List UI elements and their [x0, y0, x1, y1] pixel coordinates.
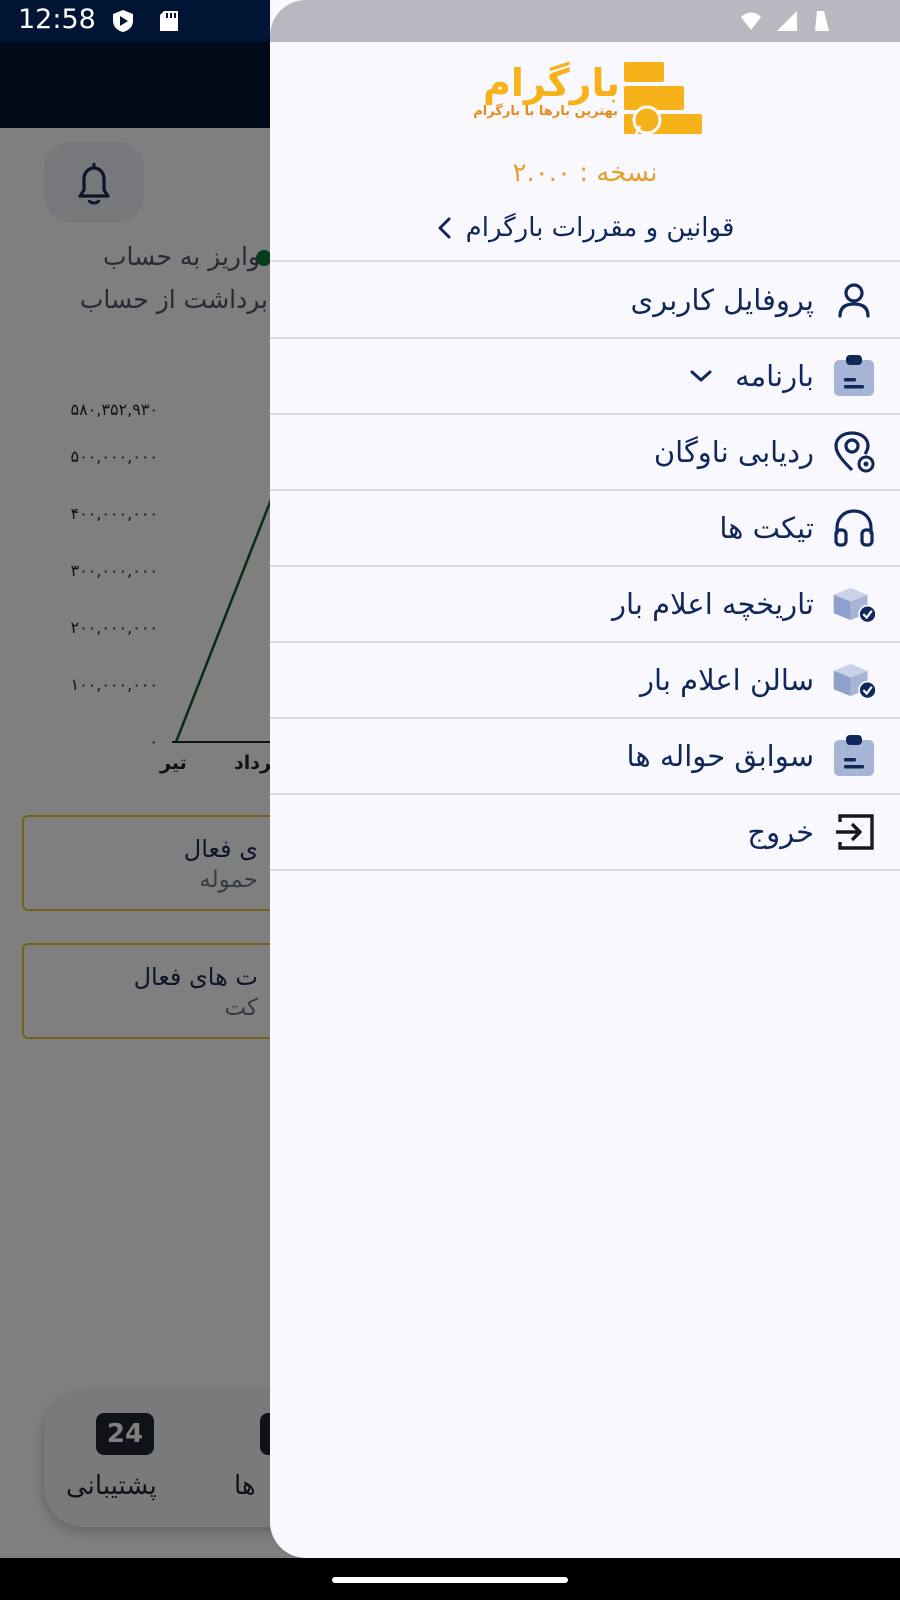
drawer-status-strip	[270, 0, 900, 42]
logo-brand-text: بارگرام	[482, 61, 620, 105]
divider	[270, 260, 900, 262]
box-check-icon	[832, 582, 876, 626]
menu-item-remittance-history[interactable]: سوابق حواله ها	[270, 719, 900, 793]
divider	[270, 869, 900, 871]
menu-item-label: خروج	[747, 815, 814, 849]
menu-item-label: سوابق حواله ها	[626, 739, 814, 773]
chevron-left-icon	[438, 217, 451, 239]
menu-item-logout[interactable]: خروج	[270, 795, 900, 869]
location-pin-icon	[832, 430, 876, 474]
menu-item-fleet-tracking[interactable]: ردیابی ناوگان	[270, 415, 900, 489]
menu-item-waybill[interactable]: بارنامه	[270, 339, 900, 413]
menu-item-label: ردیابی ناوگان	[653, 435, 814, 469]
menu-item-profile[interactable]: پروفایل کاربری	[270, 263, 900, 337]
menu-item-label: سالن اعلام بار	[639, 663, 814, 697]
user-icon	[832, 278, 876, 322]
version-label: نسخه : ۲.۰.۰	[512, 158, 658, 188]
terms-link[interactable]: قوانین و مقررات بارگرام	[270, 206, 900, 250]
box-check-icon	[832, 658, 876, 702]
terms-link-label: قوانین و مقررات بارگرام	[465, 213, 735, 243]
menu-item-load-hall[interactable]: سالن اعلام بار	[270, 643, 900, 717]
menu-item-tickets[interactable]: تیکت ها	[270, 491, 900, 565]
signal-icon	[777, 11, 797, 31]
menu-item-label: تیکت ها	[719, 511, 814, 545]
home-gesture-handle[interactable]	[332, 1577, 568, 1583]
menu-item-label: تاریخچه اعلام بار	[612, 587, 814, 621]
headset-icon	[832, 506, 876, 550]
bargaram-logo: بارگرام بهترین بارها با بارگرام	[464, 60, 704, 140]
logout-icon	[832, 810, 876, 854]
navigation-drawer: بارگرام بهترین بارها با بارگرام نسخه : ۲…	[270, 0, 900, 1558]
chevron-down-icon[interactable]	[689, 368, 713, 384]
wifi-icon	[741, 12, 761, 30]
battery-alert-icon	[815, 11, 829, 31]
logo-tagline: بهترین بارها با بارگرام	[473, 104, 618, 119]
clipboard-icon	[832, 354, 876, 398]
clipboard-icon	[832, 734, 876, 778]
menu-item-label: بارنامه	[735, 359, 814, 393]
menu-item-load-history[interactable]: تاریخچه اعلام بار	[270, 567, 900, 641]
menu-item-label: پروفایل کاربری	[630, 283, 814, 317]
